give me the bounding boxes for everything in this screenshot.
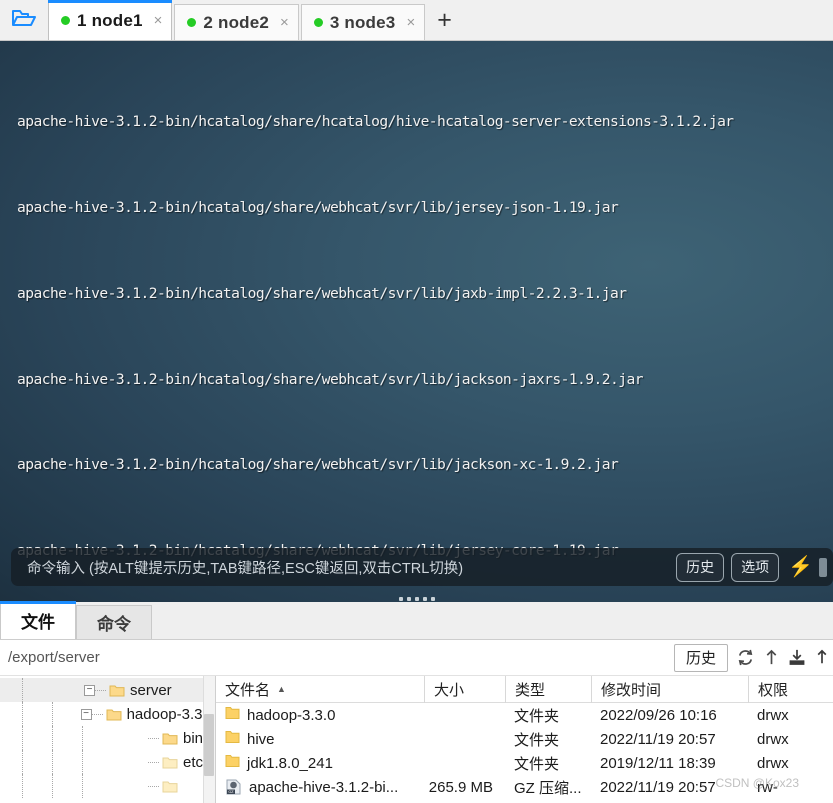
file-permissions-cell: rw-: [757, 778, 778, 796]
file-name-cell: hadoop-3.3.0: [216, 706, 424, 724]
file-modified-cell: 2019/12/11 18:39: [600, 754, 716, 772]
tree-node-label: hadoop-3.3.0: [126, 705, 215, 723]
terminal-lines: apache-hive-3.1.2-bin/hcatalog/share/hca…: [0, 51, 833, 602]
tree-expander-icon[interactable]: −: [80, 708, 92, 720]
tab-commands[interactable]: 命令: [76, 605, 152, 639]
folder-icon: [162, 756, 178, 769]
tree-node-bin[interactable]: bin: [0, 726, 215, 750]
upload-folder-icon[interactable]: [815, 648, 829, 667]
command-history-button[interactable]: 历史: [676, 552, 725, 582]
table-row[interactable]: hadoop-3.3.0 文件夹 2022/09/26 10:16 drwx: [216, 703, 833, 727]
folder-icon: [162, 732, 178, 745]
open-folder-icon: [11, 7, 37, 34]
folder-icon: [162, 780, 178, 793]
connection-status-dot: [313, 18, 323, 27]
session-tab-label: 2 node2: [203, 12, 270, 32]
upload-icon[interactable]: [764, 648, 779, 667]
folder-icon: [225, 730, 240, 748]
table-row[interactable]: hive 文件夹 2022/11/19 20:57 drwx: [216, 727, 833, 751]
tab-files[interactable]: 文件: [0, 601, 76, 639]
tree-node-hadoop[interactable]: − hadoop-3.3.0: [0, 702, 215, 726]
command-input-field[interactable]: 命令输入 (按ALT键提示历史,TAB键路径,ESC键返回,双击CTRL切换): [27, 557, 669, 578]
terminal-line: apache-hive-3.1.2-bin/hcatalog/share/web…: [17, 198, 619, 216]
folder-icon: [106, 708, 122, 721]
command-options-button[interactable]: 选项: [731, 552, 780, 582]
file-modified-cell: 2022/11/19 20:57: [600, 778, 716, 796]
tree-node-server[interactable]: − server: [0, 678, 215, 702]
file-modified-cell: 2022/09/26 10:16: [600, 706, 717, 724]
file-name-cell: hive: [216, 730, 424, 748]
tree-node-partial[interactable]: [0, 774, 215, 798]
session-tab-node3[interactable]: 3 node3 ×: [300, 4, 426, 40]
column-header-type[interactable]: 类型: [505, 676, 591, 703]
session-tab-label: 3 node3: [329, 12, 396, 32]
gz-archive-icon: GZ: [225, 779, 242, 795]
file-toolbar-icons: [736, 648, 833, 667]
file-browser: − server − hadoop-3.3.0 bin etc 文件名 ▲ 大小…: [0, 676, 833, 803]
folder-icon: [225, 754, 240, 772]
terminal-line: apache-hive-3.1.2-bin/hcatalog/share/web…: [17, 284, 627, 302]
pane-splitter-handle[interactable]: [0, 596, 833, 602]
sort-ascending-icon: ▲: [277, 684, 286, 694]
session-tab-node1[interactable]: 1 node1 ×: [48, 0, 173, 40]
folder-icon: [109, 684, 125, 697]
file-type-cell: 文件夹: [514, 707, 560, 725]
current-path-label[interactable]: /export/server: [8, 649, 674, 666]
file-size-cell: 265.9 MB: [428, 778, 493, 796]
terminal-line: apache-hive-3.1.2-bin/hcatalog/share/web…: [17, 370, 644, 388]
tree-scrollbar-thumb[interactable]: [204, 714, 214, 776]
lightning-bolt-icon[interactable]: ⚡: [788, 557, 813, 577]
close-tab-icon[interactable]: ×: [406, 15, 415, 30]
column-header-modified[interactable]: 修改时间: [591, 676, 748, 703]
session-tab-node2[interactable]: 2 node2 ×: [174, 4, 299, 40]
table-row[interactable]: GZ apache-hive-3.1.2-bi... 265.9 MB GZ 压…: [216, 775, 833, 799]
svg-text:GZ: GZ: [228, 790, 234, 794]
bottom-panel: 文件 命令 /export/server 历史 − server − hadoo…: [0, 601, 833, 803]
file-name-cell: GZ apache-hive-3.1.2-bi...: [216, 779, 424, 796]
refresh-icon[interactable]: [736, 648, 755, 667]
command-input-bar[interactable]: 命令输入 (按ALT键提示历史,TAB键路径,ESC键返回,双击CTRL切换) …: [11, 548, 833, 586]
file-type-cell: GZ 压缩...: [514, 779, 582, 797]
session-tab-label: 1 node1: [77, 10, 143, 30]
new-tab-button[interactable]: +: [427, 4, 462, 40]
connection-status-dot: [61, 16, 70, 25]
path-toolbar: /export/server 历史: [0, 640, 833, 676]
file-permissions-cell: drwx: [757, 706, 789, 724]
terminal-output-pane[interactable]: apache-hive-3.1.2-bin/hcatalog/share/hca…: [0, 41, 833, 602]
column-header-name[interactable]: 文件名 ▲: [216, 676, 424, 703]
download-icon[interactable]: [788, 648, 806, 667]
app-window: 1 node1 × 2 node2 × 3 node3 × + apache-h…: [0, 0, 833, 803]
terminal-line: apache-hive-3.1.2-bin/hcatalog/share/web…: [17, 456, 619, 474]
path-history-button[interactable]: 历史: [673, 643, 728, 672]
file-type-cell: 文件夹: [514, 731, 560, 749]
open-folder-button[interactable]: [0, 0, 48, 40]
tree-node-label: bin: [183, 729, 204, 747]
file-permissions-cell: drwx: [757, 754, 789, 772]
bottom-panel-tabs: 文件 命令: [0, 601, 833, 640]
file-list-header: 文件名 ▲ 大小 类型 修改时间 权限: [216, 676, 833, 703]
tree-expander-icon[interactable]: −: [84, 684, 95, 696]
table-row[interactable]: jdk1.8.0_241 文件夹 2019/12/11 18:39 drwx: [216, 751, 833, 775]
file-type-cell: 文件夹: [514, 755, 560, 773]
tree-scrollbar[interactable]: [203, 676, 215, 803]
tree-node-etc[interactable]: etc: [0, 750, 215, 774]
terminal-line: apache-hive-3.1.2-bin/hcatalog/share/hca…: [17, 113, 734, 131]
file-list[interactable]: 文件名 ▲ 大小 类型 修改时间 权限 hadoop-3.3.0 文件夹 202…: [216, 676, 833, 803]
file-permissions-cell: drwx: [757, 730, 789, 748]
file-name-cell: jdk1.8.0_241: [216, 754, 424, 772]
folder-icon: [225, 706, 240, 724]
close-tab-icon[interactable]: ×: [154, 13, 163, 28]
column-header-permissions[interactable]: 权限: [748, 676, 833, 703]
tree-node-label: server: [130, 681, 172, 699]
close-tab-icon[interactable]: ×: [280, 15, 289, 30]
file-modified-cell: 2022/11/19 20:57: [600, 730, 716, 748]
overflow-handle[interactable]: [819, 557, 827, 577]
column-header-size[interactable]: 大小: [424, 676, 505, 703]
connection-status-dot: [187, 18, 197, 27]
session-tab-bar: 1 node1 × 2 node2 × 3 node3 × +: [0, 0, 833, 41]
tree-node-label: etc: [183, 753, 204, 771]
directory-tree[interactable]: − server − hadoop-3.3.0 bin etc: [0, 676, 216, 803]
